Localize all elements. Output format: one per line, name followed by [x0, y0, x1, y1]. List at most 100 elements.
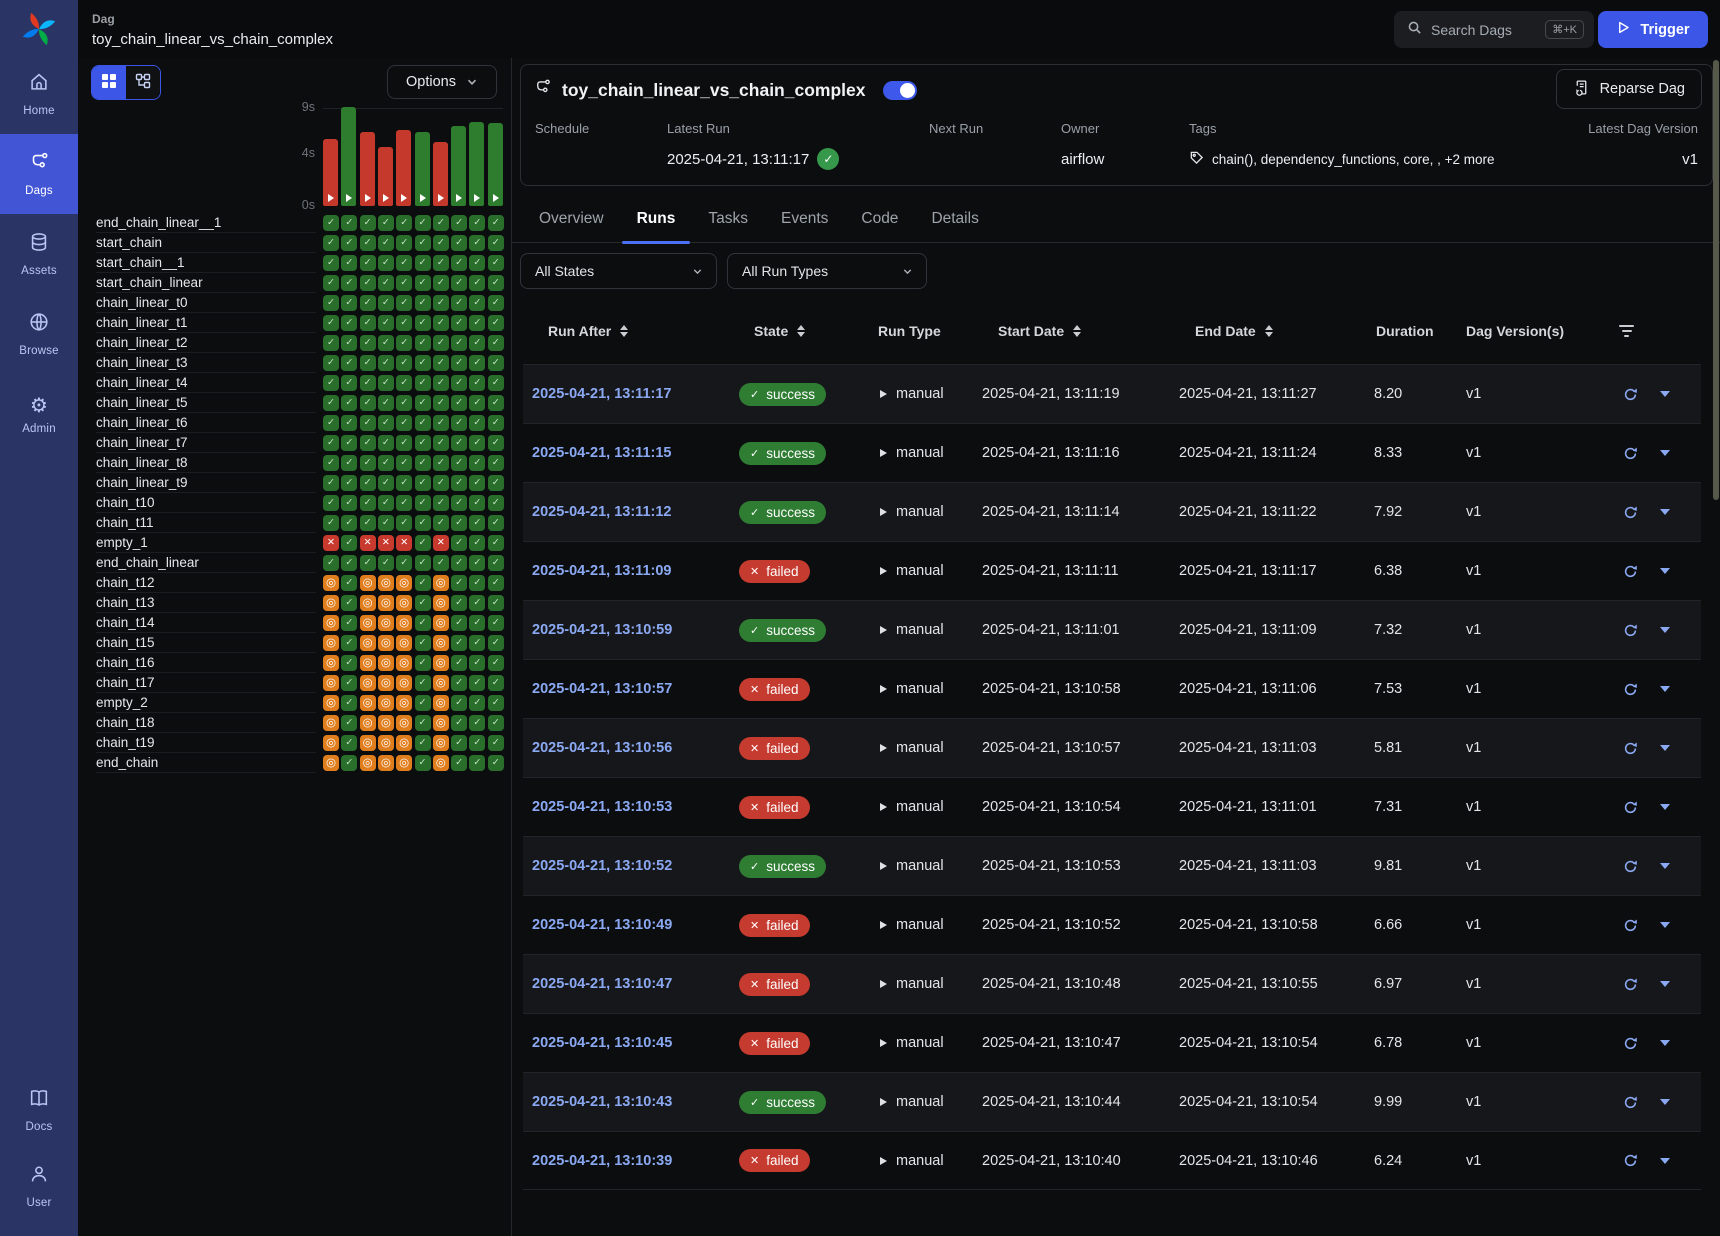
task-instance-success[interactable]: ✓	[451, 595, 467, 611]
state-badge[interactable]: ✕failed	[739, 737, 810, 760]
task-instance-success[interactable]: ✓	[488, 335, 504, 351]
dag-pause-toggle[interactable]	[883, 81, 917, 100]
run-after-link[interactable]: 2025-04-21, 13:10:52	[532, 858, 672, 874]
run-actions-menu-button[interactable]	[1660, 1158, 1670, 1164]
state-filter-select[interactable]: All States	[520, 253, 717, 289]
task-instance-success[interactable]: ✓	[360, 295, 376, 311]
task-instance-success[interactable]: ✓	[451, 695, 467, 711]
tab-events[interactable]: Events	[766, 196, 843, 243]
task-instance-success[interactable]: ✓	[360, 315, 376, 331]
tab-runs[interactable]: Runs	[622, 196, 691, 243]
task-instance-success[interactable]: ✓	[433, 255, 449, 271]
task-instance-upstream_failed[interactable]: ◎	[378, 695, 394, 711]
task-instance-upstream_failed[interactable]: ◎	[360, 595, 376, 611]
task-instance-upstream_failed[interactable]: ◎	[396, 635, 412, 651]
task-instance-upstream_failed[interactable]: ◎	[378, 655, 394, 671]
task-name[interactable]: chain_t10	[96, 493, 316, 513]
task-instance-upstream_failed[interactable]: ◎	[396, 595, 412, 611]
task-instance-success[interactable]: ✓	[415, 495, 431, 511]
task-instance-success[interactable]: ✓	[323, 555, 339, 571]
task-instance-success[interactable]: ✓	[341, 375, 357, 391]
run-after-link[interactable]: 2025-04-21, 13:11:12	[532, 504, 671, 520]
task-instance-success[interactable]: ✓	[415, 435, 431, 451]
task-instance-success[interactable]: ✓	[378, 275, 394, 291]
state-badge[interactable]: ✕failed	[739, 1032, 810, 1055]
task-instance-success[interactable]: ✓	[378, 455, 394, 471]
task-instance-success[interactable]: ✓	[433, 415, 449, 431]
task-instance-success[interactable]: ✓	[488, 695, 504, 711]
task-instance-success[interactable]: ✓	[378, 315, 394, 331]
run-after-link[interactable]: 2025-04-21, 13:10:47	[532, 976, 672, 992]
task-instance-failed[interactable]: ✕	[433, 535, 449, 551]
task-name[interactable]: chain_t16	[96, 653, 316, 673]
tags-value[interactable]: chain(), dependency_functions, core, , +…	[1212, 152, 1495, 167]
airflow-logo[interactable]	[0, 0, 78, 54]
task-instance-success[interactable]: ✓	[451, 375, 467, 391]
run-actions-menu-button[interactable]	[1660, 627, 1670, 633]
task-instance-success[interactable]: ✓	[396, 235, 412, 251]
task-instance-upstream_failed[interactable]: ◎	[360, 575, 376, 591]
task-instance-success[interactable]: ✓	[415, 375, 431, 391]
task-instance-success[interactable]: ✓	[323, 335, 339, 351]
task-instance-success[interactable]: ✓	[378, 415, 394, 431]
task-instance-success[interactable]: ✓	[451, 475, 467, 491]
state-badge[interactable]: ✕failed	[739, 1149, 810, 1172]
task-instance-success[interactable]: ✓	[378, 255, 394, 271]
task-instance-success[interactable]: ✓	[378, 395, 394, 411]
task-instance-success[interactable]: ✓	[415, 295, 431, 311]
run-type-filter-select[interactable]: All Run Types	[727, 253, 927, 289]
state-badge[interactable]: ✓success	[739, 501, 826, 524]
task-instance-success[interactable]: ✓	[378, 335, 394, 351]
task-instance-success[interactable]: ✓	[396, 455, 412, 471]
task-instance-success[interactable]: ✓	[415, 255, 431, 271]
task-instance-upstream_failed[interactable]: ◎	[378, 735, 394, 751]
search-input[interactable]: Search Dags ⌘+K	[1394, 11, 1594, 48]
task-instance-success[interactable]: ✓	[323, 395, 339, 411]
run-actions-menu-button[interactable]	[1660, 981, 1670, 987]
task-instance-success[interactable]: ✓	[488, 475, 504, 491]
task-instance-success[interactable]: ✓	[341, 315, 357, 331]
task-instance-success[interactable]: ✓	[378, 475, 394, 491]
task-instance-success[interactable]: ✓	[360, 555, 376, 571]
task-instance-upstream_failed[interactable]: ◎	[378, 755, 394, 771]
run-after-link[interactable]: 2025-04-21, 13:10:53	[532, 799, 672, 815]
task-instance-success[interactable]: ✓	[396, 435, 412, 451]
task-name[interactable]: start_chain__1	[96, 253, 316, 273]
task-instance-success[interactable]: ✓	[341, 495, 357, 511]
task-instance-success[interactable]: ✓	[415, 675, 431, 691]
task-instance-success[interactable]: ✓	[469, 495, 485, 511]
task-instance-success[interactable]: ✓	[469, 235, 485, 251]
task-instance-success[interactable]: ✓	[433, 315, 449, 331]
run-header-bar[interactable]	[341, 107, 356, 206]
task-instance-success[interactable]: ✓	[396, 315, 412, 331]
task-instance-success[interactable]: ✓	[341, 735, 357, 751]
task-instance-success[interactable]: ✓	[323, 375, 339, 391]
task-instance-success[interactable]: ✓	[378, 495, 394, 511]
tab-details[interactable]: Details	[916, 196, 993, 243]
task-instance-upstream_failed[interactable]: ◎	[323, 655, 339, 671]
task-instance-success[interactable]: ✓	[451, 715, 467, 731]
task-instance-success[interactable]: ✓	[323, 435, 339, 451]
task-instance-success[interactable]: ✓	[469, 555, 485, 571]
tab-code[interactable]: Code	[846, 196, 913, 243]
task-instance-success[interactable]: ✓	[433, 515, 449, 531]
task-instance-success[interactable]: ✓	[433, 335, 449, 351]
task-instance-success[interactable]: ✓	[488, 595, 504, 611]
sidebar-item-dags[interactable]: Dags	[0, 134, 78, 214]
filter-icon[interactable]	[1619, 325, 1634, 337]
task-instance-success[interactable]: ✓	[360, 355, 376, 371]
task-instance-upstream_failed[interactable]: ◎	[396, 675, 412, 691]
task-name[interactable]: chain_linear_t6	[96, 413, 316, 433]
task-instance-success[interactable]: ✓	[433, 395, 449, 411]
task-instance-success[interactable]: ✓	[488, 715, 504, 731]
sidebar-item-docs[interactable]: Docs	[0, 1072, 78, 1148]
task-instance-success[interactable]: ✓	[433, 435, 449, 451]
task-instance-success[interactable]: ✓	[341, 515, 357, 531]
task-instance-success[interactable]: ✓	[396, 275, 412, 291]
task-instance-success[interactable]: ✓	[341, 595, 357, 611]
task-instance-success[interactable]: ✓	[396, 475, 412, 491]
task-instance-success[interactable]: ✓	[415, 595, 431, 611]
task-instance-upstream_failed[interactable]: ◎	[360, 755, 376, 771]
graph-view-button[interactable]	[126, 66, 160, 99]
task-instance-success[interactable]: ✓	[488, 755, 504, 771]
